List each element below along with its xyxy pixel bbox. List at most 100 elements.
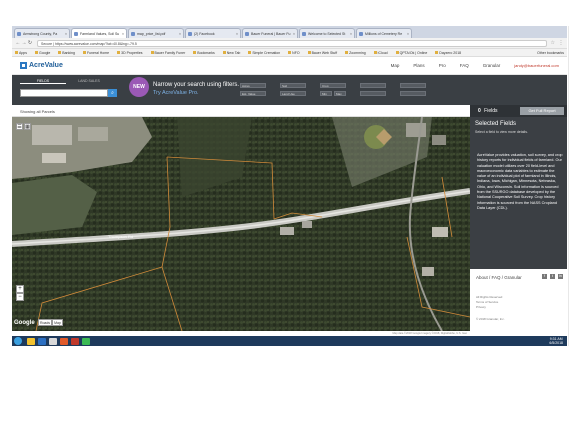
windows-start-icon[interactable] [14,337,22,345]
top-nav: Map Plans Pro FAQ Granular jandy@bauerfu… [377,63,559,68]
close-icon[interactable]: × [406,32,409,36]
bookmark-item[interactable]: Zoomming [345,51,366,55]
screenshot: Armstrong County, Pa × Farmland Values, S… [12,26,567,346]
bookmark-item[interactable]: Bauer Web Stuff [307,51,337,55]
file-explorer-icon[interactable] [27,337,35,345]
address-bar: ← → ↻ Secure | https://www.acrevalue.com… [12,38,567,49]
browser-tab[interactable]: Armstrong County, Pa × [14,28,70,38]
close-icon[interactable]: × [121,32,124,36]
satellite-map[interactable]: Thompson Rd ☰ ▦ + − Roads Map Google [12,117,470,331]
filter-select-min[interactable]: Min [320,91,332,96]
map-type-roads-button[interactable]: Roads [38,319,52,326]
footer-links[interactable]: About / FAQ / Granular [476,275,522,280]
acrevalue-logo[interactable]: AcreValue [20,62,63,69]
bookmark-item[interactable]: 3D Properties [117,51,143,55]
system-clock[interactable]: 9:31 AM 6/5/2018 [549,337,563,345]
browser-tab[interactable]: Welcome to Selected St × [299,28,355,38]
filter-select[interactable] [400,83,426,88]
browser-tab[interactable]: Bauer Funeral | Bauer Fu × [242,28,298,38]
get-full-report-button[interactable]: Get Full Report [520,107,564,115]
browser-tab-active[interactable]: Farmland Values, Soil Su × [71,28,127,38]
favicon-icon [359,31,363,36]
close-icon[interactable]: × [235,32,238,36]
bookmark-item[interactable]: Bauer Family Funer [150,51,185,55]
outlook-icon[interactable] [38,337,46,345]
bookmark-item[interactable]: Bookmarks [193,51,215,55]
filter-select-value[interactable]: Est. Value [240,91,266,96]
page-icon [435,51,439,54]
favicon-icon [17,31,21,36]
side-panel: 0 Fields Get Full Report Selected Fields… [470,105,567,331]
filter-select-crop[interactable]: Crop [320,83,346,88]
bookmark-item[interactable]: Funeral Home [82,51,109,55]
bookmark-item[interactable]: NFO [288,51,300,55]
zoom-in-button[interactable]: + [16,285,24,293]
bookmark-item[interactable]: Apps [15,51,27,55]
reload-icon[interactable]: ↻ [27,40,33,46]
folder-icon [193,51,197,54]
google-icon [34,51,38,54]
panel-footer: About / FAQ / Granular f t in All Rights… [470,269,567,331]
close-icon[interactable]: × [64,32,67,36]
search-tabs: FIELDS LAND SALES [20,78,112,84]
legal-terms-link[interactable]: Terms of Service [476,300,498,304]
filter-select[interactable] [360,91,386,96]
search-input[interactable] [20,89,108,97]
legal-privacy-link[interactable]: Privacy [476,305,486,309]
twitter-icon[interactable]: t [550,274,555,279]
bookmark-star-icon[interactable]: ☆ [551,40,555,46]
filter-select[interactable] [400,91,426,96]
app-header: AcreValue Map Plans Pro FAQ Granular jan… [12,57,567,75]
grid-view-icon[interactable]: ▦ [24,123,31,130]
close-icon[interactable]: × [349,32,352,36]
bookmark-item[interactable]: QPTA/Ok | Online [395,51,427,55]
tab-fields[interactable]: FIELDS [20,78,66,84]
other-bookmarks[interactable]: Other bookmarks [537,51,564,55]
filter-select[interactable] [360,83,386,88]
nav-plans[interactable]: Plans [413,63,424,68]
fields-count: 0 Fields [478,108,498,114]
filter-select-acres[interactable]: Acres [240,83,266,88]
close-icon[interactable]: × [292,32,295,36]
map-type-map-button[interactable]: Map [52,319,63,326]
close-icon[interactable]: × [178,32,181,36]
facebook-icon[interactable]: f [542,274,547,279]
promo-link[interactable]: Try AcreValue Pro. [153,90,199,96]
list-view-icon[interactable]: ☰ [16,123,23,130]
map-toolbar: Showing all Parcels [12,105,470,117]
zoom-out-button[interactable]: − [16,293,24,301]
bookmark-item[interactable]: iCloud [373,51,388,55]
new-badge: NEW [129,77,149,97]
linkedin-icon[interactable]: in [558,274,563,279]
nav-granular[interactable]: Granular [483,63,501,68]
browser-tab[interactable]: (2) Facebook × [185,28,241,38]
bookmark-item[interactable]: New Tab [222,51,240,55]
app-icon[interactable] [49,337,57,345]
filter-select-land-use[interactable]: Land Use [280,91,306,96]
chrome-icon[interactable] [82,337,90,345]
user-menu[interactable]: jandy@bauerfuneral.com [514,63,559,68]
tab-land-sales[interactable]: LAND SALES [66,78,112,84]
bookmark-item[interactable]: Banking [58,51,75,55]
search-button[interactable]: ⌕ [108,89,117,97]
favicon-icon [188,31,192,36]
url-field[interactable]: Secure | https://www.acrevalue.com/map/?… [37,39,547,47]
bookmarks-bar: Apps Google Banking Funeral Home 3D Prop… [12,49,567,57]
bookmark-item[interactable]: Simple Cremation [248,51,280,55]
bookmark-item[interactable]: Google [34,51,50,55]
map-attribution: Map data ©2018 Google Imagery ©2018, Dig… [392,332,467,335]
browser-tab[interactable]: Millions of Cemetery Re × [356,28,412,38]
nav-faq[interactable]: FAQ [460,63,469,68]
selected-fields-title: Selected Fields [475,121,517,127]
browser-tab[interactable]: map_price_list.pdf × [128,28,184,38]
filter-select-max[interactable]: Max [334,91,346,96]
nav-pro[interactable]: Pro [439,63,446,68]
filter-select-soil[interactable]: Soil [280,83,306,88]
acrobat-icon[interactable] [71,337,79,345]
menu-icon[interactable]: ⋮ [558,40,564,46]
app-icon[interactable] [60,337,68,345]
bookmark-item[interactable]: Dayzero 2018 [435,51,461,55]
folder-icon [248,51,252,54]
apps-icon [15,51,18,54]
nav-map[interactable]: Map [391,63,400,68]
